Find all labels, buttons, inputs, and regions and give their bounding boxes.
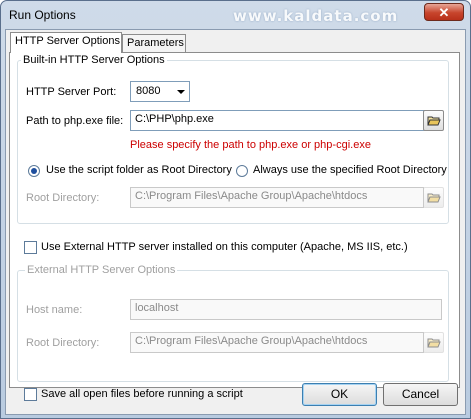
radio-specified-root-label[interactable]: Always use the specified Root Directory [253, 164, 447, 176]
tab-label: Parameters [127, 37, 184, 49]
use-external-server-label[interactable]: Use External HTTP server installed on th… [41, 241, 408, 253]
port-select[interactable]: 8080 [130, 81, 190, 102]
folder-open-icon [426, 338, 441, 347]
watermark-text: www.kaldata.com [233, 7, 399, 25]
php-path-input[interactable]: C:\PHP\php.exe [130, 110, 330, 131]
folder-open-icon [426, 193, 441, 202]
root-dir-input[interactable]: C:\Program Files\Apache Group\Apache\htd… [130, 187, 424, 208]
save-all-files-checkbox[interactable] [24, 388, 37, 401]
close-button[interactable]: ✕ [424, 3, 464, 21]
root-dir-label: Root Directory: [26, 192, 100, 204]
http-server-options-panel: Built-in HTTP Server Options HTTP Server… [9, 52, 460, 388]
title-bar[interactable]: Run Options www.kaldata.com ✕ [1, 1, 470, 29]
chevron-down-icon [177, 90, 185, 94]
ok-button[interactable]: OK [302, 383, 377, 406]
builtin-group-title: Built-in HTTP Server Options [21, 54, 167, 66]
php-path-error: Please specify the path to php.exe or ph… [130, 139, 371, 151]
dialog-client-area: HTTP Server Options Parameters Built-in … [5, 29, 466, 415]
external-server-group: External HTTP Server Options Host name: … [17, 264, 449, 382]
radio-script-folder[interactable] [28, 165, 40, 177]
browse-php-button[interactable] [423, 110, 444, 131]
tab-http-server-options[interactable]: HTTP Server Options [10, 32, 122, 53]
host-name-label: Host name: [26, 304, 83, 316]
save-all-files-label[interactable]: Save all open files before running a scr… [41, 388, 243, 400]
browse-external-root-button[interactable] [423, 332, 444, 353]
host-name-input[interactable]: localhost [130, 299, 442, 320]
port-label: HTTP Server Port: [26, 86, 117, 98]
php-path-input-tail[interactable] [329, 110, 429, 131]
browse-root-button[interactable] [423, 187, 444, 208]
external-root-dir-label: Root Directory: [26, 337, 100, 349]
radio-script-folder-label[interactable]: Use the script folder as Root Directory [46, 164, 232, 176]
cancel-button[interactable]: Cancel [383, 383, 458, 406]
builtin-server-group: Built-in HTTP Server Options HTTP Server… [17, 54, 449, 224]
close-icon: ✕ [438, 5, 450, 20]
window-title: Run Options [9, 8, 76, 22]
run-options-window: Run Options www.kaldata.com ✕ HTTP Serve… [0, 0, 471, 419]
external-group-title: External HTTP Server Options [25, 264, 178, 276]
radio-specified-root[interactable] [236, 165, 248, 177]
use-external-server-checkbox[interactable] [24, 241, 37, 254]
folder-open-icon [426, 116, 441, 125]
tab-label: HTTP Server Options [15, 35, 120, 47]
php-path-label: Path to php.exe file: [26, 115, 124, 127]
port-value: 8080 [136, 85, 161, 97]
external-root-dir-input[interactable]: C:\Program Files\Apache Group\Apache\htd… [130, 332, 424, 353]
tab-parameters[interactable]: Parameters [122, 34, 186, 52]
